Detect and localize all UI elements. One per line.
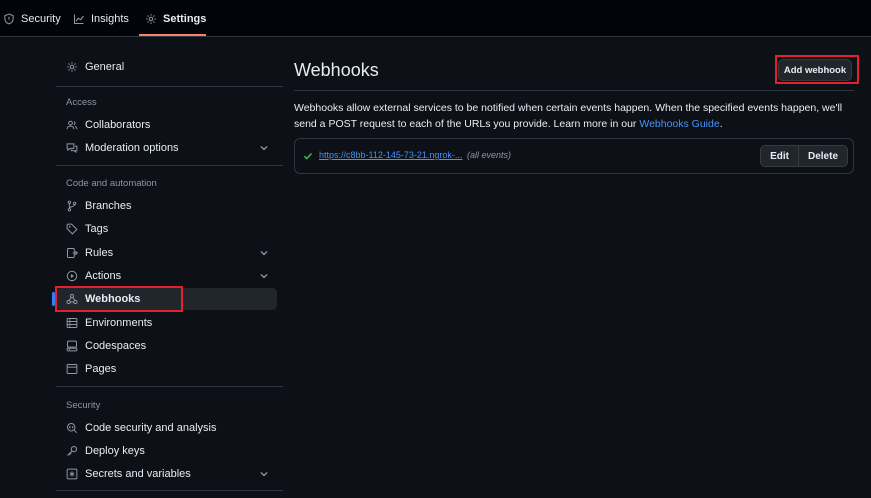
- active-tab-underline: [139, 34, 206, 36]
- chevron-down-icon[interactable]: [259, 143, 269, 153]
- webhook-actions: Edit Delete: [760, 145, 848, 167]
- server-icon: [66, 318, 78, 328]
- sidebar-item-label: Collaborators: [85, 119, 151, 131]
- key-asterisk-icon: [66, 468, 78, 480]
- gear-icon: [67, 62, 77, 72]
- sidebar-item-environments[interactable]: Environments: [56, 312, 277, 334]
- sidebar-item-actions[interactable]: Actions: [56, 265, 277, 287]
- sidebar-item-label: Pages: [85, 363, 117, 375]
- webhook-url-link[interactable]: https://c8bb-112-145-73-21.ngrok-...: [319, 150, 462, 160]
- sidebar-item-label: Deploy keys: [85, 445, 145, 457]
- tab-security[interactable]: Security: [3, 0, 61, 37]
- sidebar-item-moderation[interactable]: Moderation options: [56, 137, 277, 159]
- webhooks-guide-link[interactable]: Webhooks Guide: [639, 118, 719, 130]
- description-text: Webhooks allow external services to be n…: [294, 102, 843, 130]
- page-title: Webhooks: [294, 60, 379, 80]
- sidebar-item-code-security[interactable]: Code security and analysis: [56, 417, 277, 439]
- sidebar-heading-access: Access: [66, 97, 97, 108]
- tab-settings-label: Settings: [163, 12, 207, 25]
- sidebar-item-pages[interactable]: Pages: [56, 358, 277, 380]
- sidebar-divider: [56, 490, 283, 491]
- edit-button[interactable]: Edit: [761, 146, 798, 166]
- shield-icon: [4, 13, 14, 24]
- sidebar-item-collaborators[interactable]: Collaborators: [56, 114, 277, 136]
- description-end: .: [719, 118, 723, 130]
- sidebar-item-label: Branches: [85, 200, 132, 212]
- chevron-down-icon[interactable]: [259, 248, 269, 258]
- sidebar-heading-code-automation: Code and automation: [66, 178, 157, 189]
- sidebar-item-secrets[interactable]: Secrets and variables: [56, 463, 277, 485]
- sidebar-item-codespaces[interactable]: Codespaces: [56, 335, 277, 357]
- codescan-icon: [67, 423, 78, 434]
- sidebar-item-label: Codespaces: [85, 340, 147, 352]
- gear-icon: [146, 13, 156, 24]
- repo-nav: Security Insights Settings: [0, 0, 871, 37]
- sidebar-item-label: Secrets and variables: [85, 468, 191, 480]
- sidebar-item-label: Moderation options: [85, 142, 179, 154]
- codespaces-icon: [66, 340, 78, 352]
- browser-icon: [66, 364, 78, 374]
- sidebar-item-label: General: [85, 61, 125, 73]
- highlight-box-webhooks: [55, 286, 183, 312]
- webhook-list: https://c8bb-112-145-73-21.ngrok-... (al…: [294, 138, 854, 174]
- sidebar-item-deploy-keys[interactable]: Deploy keys: [56, 440, 277, 462]
- sidebar-divider: [56, 165, 283, 166]
- sidebar-item-label: Rules: [85, 247, 114, 259]
- comment-discussion-icon: [66, 143, 78, 154]
- sidebar-item-branches[interactable]: Branches: [56, 195, 277, 217]
- webhook-events: (all events): [467, 150, 512, 160]
- sidebar-item-tags[interactable]: Tags: [56, 218, 277, 240]
- sidebar-divider: [56, 386, 283, 387]
- sidebar-item-label: Code security and analysis: [85, 422, 217, 434]
- key-icon: [67, 446, 77, 456]
- people-icon: [66, 120, 78, 130]
- tab-insights[interactable]: Insights: [73, 0, 129, 37]
- sidebar-heading-security: Security: [66, 400, 101, 411]
- chevron-down-icon[interactable]: [259, 469, 269, 479]
- tab-settings[interactable]: Settings: [145, 0, 206, 37]
- sidebar-item-rules[interactable]: Rules: [56, 242, 277, 264]
- tag-icon: [66, 223, 78, 235]
- play-icon: [66, 270, 78, 282]
- check-icon: [303, 152, 313, 160]
- tab-security-label: Security: [21, 12, 61, 25]
- webhooks-description: Webhooks allow external services to be n…: [294, 100, 854, 132]
- graph-icon: [73, 14, 84, 24]
- sidebar-item-general[interactable]: General: [56, 56, 277, 78]
- sidebar-item-label: Environments: [85, 317, 153, 329]
- highlight-box-add-webhook: [775, 55, 859, 84]
- chevron-down-icon[interactable]: [259, 271, 269, 281]
- sidebar-item-label: Actions: [85, 270, 122, 282]
- header-divider: [294, 90, 854, 91]
- repo-push-icon: [67, 248, 78, 258]
- delete-button[interactable]: Delete: [797, 146, 847, 166]
- sidebar-divider: [56, 86, 283, 87]
- git-branch-icon: [67, 200, 77, 212]
- tab-insights-label: Insights: [91, 12, 129, 25]
- sidebar-item-label: Tags: [85, 223, 109, 235]
